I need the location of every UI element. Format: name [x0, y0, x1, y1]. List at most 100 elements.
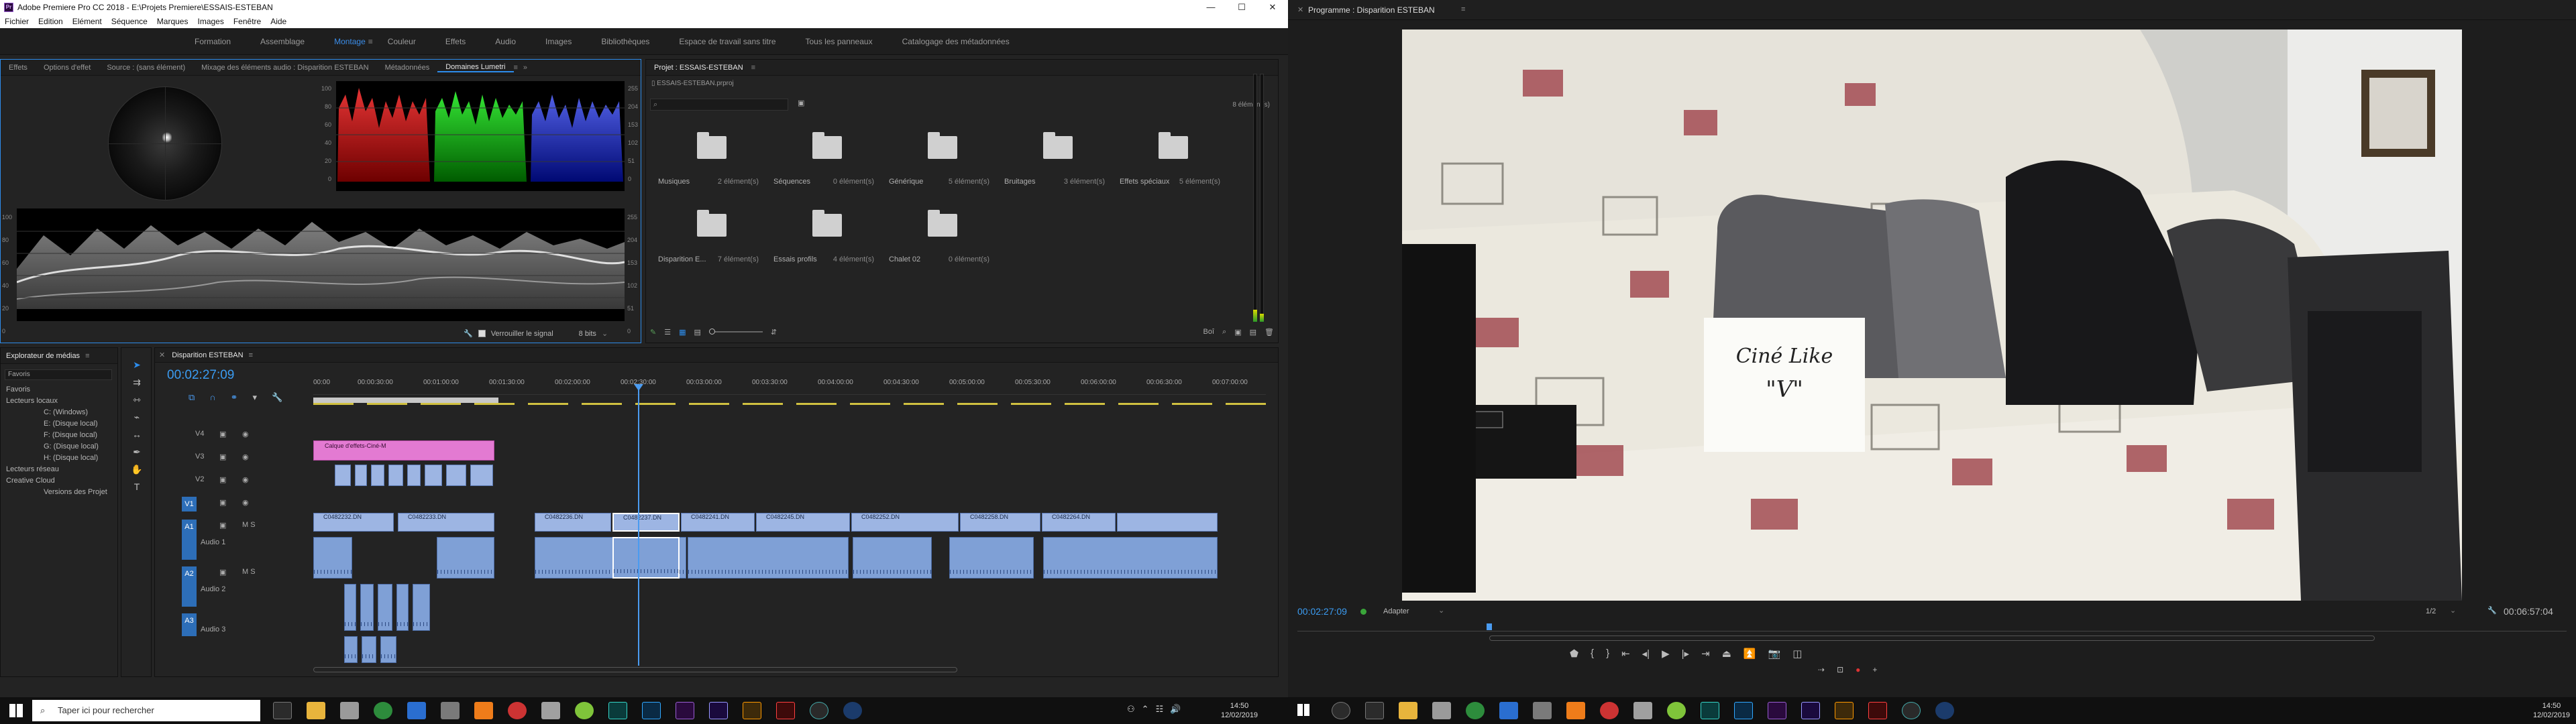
lift-icon[interactable]: ⏏	[1722, 648, 1731, 660]
v1-clip-selected[interactable]: C0482237.DN	[612, 513, 680, 532]
lock-icon[interactable]: ▣	[219, 498, 226, 507]
a1-clip[interactable]	[1043, 537, 1218, 579]
menu-element[interactable]: Elément	[68, 15, 107, 28]
nest-icon[interactable]: ⧉	[189, 392, 195, 403]
menu-fenetre[interactable]: Fenêtre	[229, 15, 266, 28]
workspace-menu-icon[interactable]: ≡	[368, 37, 373, 46]
task-view-icon[interactable]	[1365, 702, 1384, 719]
illustrator-icon[interactable]	[1835, 702, 1854, 719]
lock-icon[interactable]: ▣	[219, 430, 226, 438]
fit-select[interactable]: Adapter	[1383, 607, 1409, 615]
app-icon[interactable]	[1533, 702, 1552, 719]
bin-disparition[interactable]: Disparition E... 7 élément(s)	[651, 202, 765, 269]
menu-edition[interactable]: Edition	[34, 15, 68, 28]
workspace-couleur[interactable]: Couleur	[373, 37, 431, 46]
bin-musiques[interactable]: Musiques 2 élément(s)	[651, 124, 765, 191]
v1-clip[interactable]: C0482252.DN	[851, 513, 959, 532]
lock-icon[interactable]: ▣	[219, 452, 226, 461]
wrench-icon[interactable]: 🔧	[464, 329, 473, 338]
outlook-icon[interactable]	[1499, 702, 1518, 719]
lock-icon[interactable]: ▣	[219, 475, 226, 484]
v1-clip[interactable]: C0482245.DN	[756, 513, 850, 532]
windows-start-icon-right[interactable]	[1297, 704, 1309, 716]
bin-sequences[interactable]: Séquences 0 élément(s)	[767, 124, 881, 191]
after-effects-icon[interactable]	[1801, 702, 1820, 719]
new-bin-icon[interactable]: ▣	[798, 99, 804, 107]
bin-essais-profils[interactable]: Essais profils 4 élément(s)	[767, 202, 881, 269]
snap-icon[interactable]: ∩	[209, 392, 215, 403]
a1-clip[interactable]	[853, 537, 932, 579]
play-icon[interactable]: ▶	[1662, 648, 1670, 660]
type-tool-icon[interactable]: T	[129, 479, 144, 494]
quality-chevron-icon[interactable]: ⌄	[2450, 606, 2456, 615]
v1-clip[interactable]: C0482233.DN	[398, 513, 494, 532]
tab-effets[interactable]: Effets	[1, 64, 36, 72]
tree-creative-cloud[interactable]: Creative Cloud	[6, 475, 113, 487]
chrome-icon[interactable]	[1466, 702, 1485, 719]
freeform-view-icon[interactable]: ▤	[694, 328, 701, 337]
photoshop-icon[interactable]	[1734, 702, 1753, 719]
lock-icon[interactable]: ▣	[219, 568, 226, 577]
extract-icon[interactable]: ⏫	[1743, 648, 1756, 660]
after-effects-icon[interactable]	[709, 702, 728, 719]
app-grey-icon[interactable]	[1633, 702, 1652, 719]
bits-select[interactable]: 8 bits	[579, 330, 596, 338]
davinci-icon[interactable]	[1902, 702, 1921, 719]
pen-tool-icon[interactable]: ✒	[129, 444, 144, 459]
track-select-tool-icon[interactable]: ⇉	[129, 375, 144, 389]
quality-select[interactable]: 1/2	[2426, 607, 2436, 615]
insert-icon[interactable]: ⇢	[1818, 665, 1825, 674]
tab-sequence[interactable]: Disparition ESTEBAN	[169, 351, 246, 359]
app-grey-icon[interactable]	[541, 702, 560, 719]
taskbar-search-input[interactable]: ⌕ Taper ici pour rechercher	[32, 700, 260, 721]
tree-drive-c[interactable]: C: (Windows)	[6, 407, 113, 418]
app-blue-icon[interactable]	[1935, 702, 1954, 719]
windows-start-icon[interactable]	[9, 704, 23, 717]
new-bin-footer-icon[interactable]: ▣	[1234, 328, 1241, 337]
app-red-icon[interactable]	[1600, 702, 1619, 719]
slip-tool-icon[interactable]: ↔	[129, 427, 144, 442]
calculator-icon[interactable]	[1432, 702, 1451, 719]
step-forward-icon[interactable]: |▸	[1682, 648, 1689, 660]
tree-favoris[interactable]: Favoris	[6, 384, 113, 396]
workspace-effets[interactable]: Effets	[431, 37, 480, 46]
program-playhead[interactable]	[1487, 623, 1492, 630]
icon-view-icon[interactable]: ▦	[679, 328, 686, 337]
tree-drive-e[interactable]: E: (Disque local)	[6, 418, 113, 430]
mark-out-icon[interactable]: }	[1606, 648, 1609, 660]
chrome-icon[interactable]	[374, 702, 392, 719]
menu-aide[interactable]: Aide	[266, 15, 291, 28]
close-tab-icon[interactable]: ✕	[1297, 5, 1303, 14]
eye-icon[interactable]: ◉	[242, 498, 249, 507]
ripple-edit-tool-icon[interactable]: ⇿	[129, 392, 144, 407]
audition-icon[interactable]	[1701, 702, 1719, 719]
project-search-input[interactable]: ⌕	[650, 99, 788, 111]
tab-metadonnees[interactable]: Métadonnées	[377, 64, 438, 72]
workspace-audio[interactable]: Audio	[480, 37, 531, 46]
calculator-icon[interactable]	[340, 702, 359, 719]
menu-fichier[interactable]: Fichier	[0, 15, 34, 28]
chevron-up-icon[interactable]: ⌃	[1142, 704, 1149, 715]
clock-left[interactable]: 14:50 12/02/2019	[1221, 701, 1258, 720]
timeline-settings-icon[interactable]: 🔧	[272, 392, 282, 403]
chevron-down-icon[interactable]: ⌄	[1438, 606, 1444, 615]
a1-clip[interactable]	[949, 537, 1034, 579]
add-marker-icon[interactable]: ▾	[253, 392, 258, 403]
tab-source[interactable]: Source : (sans élément)	[99, 64, 193, 72]
workspace-images[interactable]: Images	[531, 37, 586, 46]
menu-sequence[interactable]: Séquence	[107, 15, 152, 28]
settings-wrench-icon[interactable]: 🔧	[2487, 606, 2497, 615]
project-tab-menu-icon[interactable]: ≡	[751, 64, 755, 72]
tree-versions-projet[interactable]: Versions des Projet	[6, 487, 113, 498]
app-icon[interactable]	[441, 702, 460, 719]
work-area-bar[interactable]	[313, 398, 498, 403]
go-to-in-icon[interactable]: ⇤	[1621, 648, 1630, 660]
record-icon[interactable]: ●	[1856, 665, 1860, 674]
acrobat-icon[interactable]	[1868, 702, 1887, 719]
v1-clip[interactable]: C0482258.DN	[960, 513, 1040, 532]
trash-icon[interactable]: 🗑	[1265, 328, 1274, 337]
photoshop-icon[interactable]	[642, 702, 661, 719]
network-icon[interactable]: ☷	[1156, 704, 1164, 715]
find-icon[interactable]: ⌕	[1222, 328, 1226, 337]
playhead[interactable]	[638, 384, 639, 666]
